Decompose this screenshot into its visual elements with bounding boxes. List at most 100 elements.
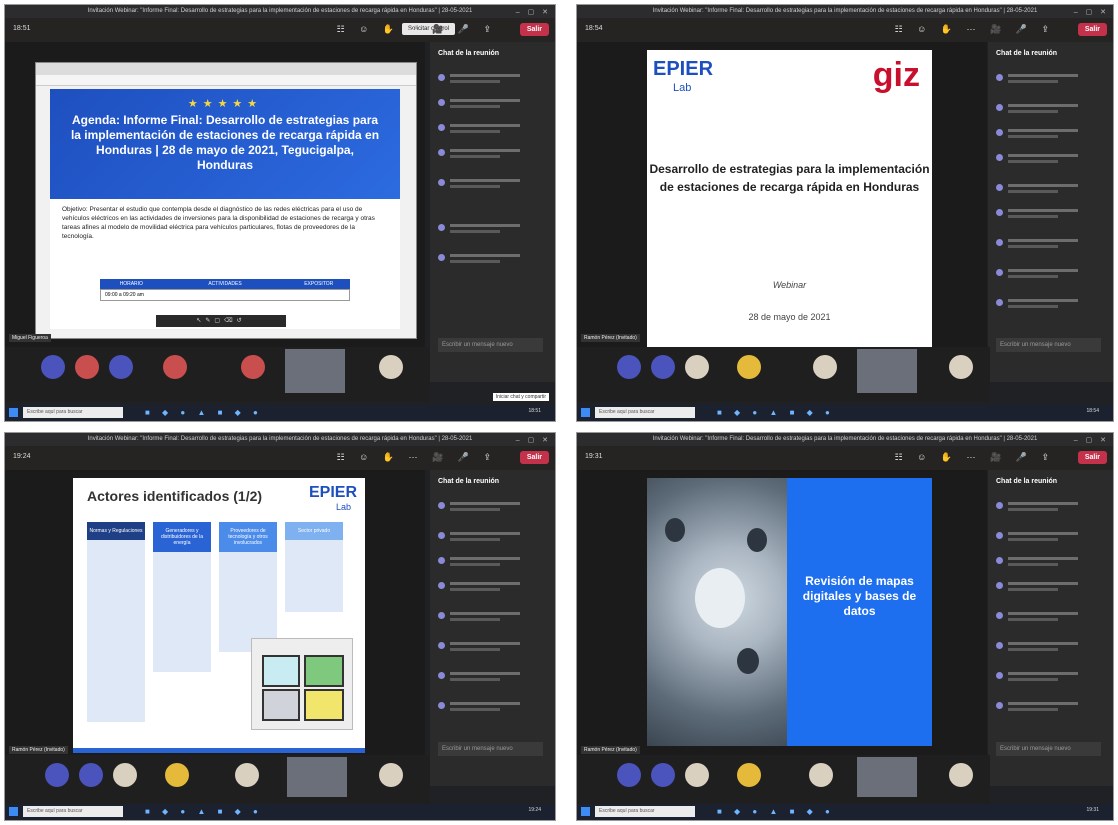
chat-message xyxy=(438,222,538,236)
taskbar-app-icons[interactable]: ■ ◆ ● ▲ ■ ◆ ● xyxy=(717,408,835,417)
chat-message xyxy=(996,102,1096,116)
leave-button[interactable]: Salir xyxy=(519,23,549,36)
chat-message xyxy=(996,530,1096,544)
participant-avatar[interactable] xyxy=(813,355,837,379)
taskbar-search[interactable]: Escribe aquí para buscar xyxy=(23,407,123,418)
chat-input[interactable]: Escribir un mensaje nuevo xyxy=(996,742,1101,756)
star-icons: ★★★★★ xyxy=(187,98,263,110)
taskbar-search[interactable]: Escribe aquí para buscar xyxy=(595,407,695,418)
participant-video[interactable] xyxy=(287,757,347,797)
chat-message xyxy=(438,177,538,191)
browser-tabs[interactable] xyxy=(36,63,416,75)
chat-input[interactable]: Escribir un mensaje nuevo xyxy=(996,338,1101,352)
toolbar-icons[interactable]: ☷ ☺ ✋ ⋯ 🎥 🎤 ⇪ xyxy=(337,24,497,35)
participant-avatar[interactable] xyxy=(809,763,833,787)
windows-start-icon[interactable] xyxy=(581,408,590,417)
chat-input[interactable]: Escribir un mensaje nuevo xyxy=(438,338,543,352)
window-controls[interactable]: – ▢ ✕ xyxy=(516,8,551,16)
participant-video[interactable] xyxy=(857,349,917,393)
actor-column: Sector privado xyxy=(285,522,343,612)
participant-avatar[interactable] xyxy=(241,355,265,379)
participant-video[interactable] xyxy=(285,349,345,393)
windows-taskbar: Escribe aquí para buscar ■ ◆ ● ▲ ■ ◆ ● 1… xyxy=(577,405,1113,421)
taskbar-app-icons[interactable]: ■ ◆ ● ▲ ■ ◆ ● xyxy=(145,807,263,816)
participant-avatar[interactable] xyxy=(165,763,189,787)
meeting-timer: 19:31 xyxy=(585,453,603,460)
participant-avatar[interactable] xyxy=(79,763,103,787)
screen-share-toolbar[interactable]: ↖✎▢⌫↺ xyxy=(156,315,286,327)
chat-message xyxy=(438,555,538,569)
screenshot-teams-agenda: Invitación Webinar: "Informe Final: Desa… xyxy=(4,4,556,422)
leave-button[interactable]: Salir xyxy=(1077,23,1107,36)
participant-avatar[interactable] xyxy=(651,763,675,787)
participant-avatar[interactable] xyxy=(45,763,69,787)
toolbar-icons[interactable]: ☷ ☺ ✋ ⋯ 🎥 🎤 ⇪ xyxy=(895,452,1055,463)
slide-date: 28 de mayo de 2021 xyxy=(748,312,831,322)
window-controls[interactable]: – ▢ ✕ xyxy=(1074,436,1109,444)
participant-avatar[interactable] xyxy=(617,763,641,787)
participant-avatar[interactable] xyxy=(75,355,99,379)
chat-message xyxy=(438,500,538,514)
shared-screen: ★★★★★ Agenda: Informe Final: Desarrollo … xyxy=(5,42,425,347)
taskbar-search[interactable]: Escribe aquí para buscar xyxy=(23,806,123,817)
participant-avatar[interactable] xyxy=(41,355,65,379)
participant-avatar[interactable] xyxy=(163,355,187,379)
chat-message xyxy=(996,267,1096,281)
participant-avatar[interactable] xyxy=(949,355,973,379)
taskbar-app-icons[interactable]: ■ ◆ ● ▲ ■ ◆ ● xyxy=(145,408,263,417)
participant-avatar[interactable] xyxy=(235,763,259,787)
chat-message xyxy=(996,580,1096,594)
window-controls[interactable]: – ▢ ✕ xyxy=(516,436,551,444)
leave-button[interactable]: Salir xyxy=(519,451,549,464)
taskbar-clock: 19:24 xyxy=(528,807,541,813)
meeting-photo xyxy=(647,478,787,746)
slide-subtitle: Webinar xyxy=(772,280,807,290)
epier-logo: EPIER xyxy=(653,58,714,80)
participant-avatar[interactable] xyxy=(737,763,761,787)
chat-message xyxy=(996,555,1096,569)
slide-title: Actores identificados (1/2) xyxy=(87,488,263,504)
screenshot-teams-title-slide: Invitación Webinar: "Informe Final: Desa… xyxy=(576,4,1114,422)
taskbar-search[interactable]: Escribe aquí para buscar xyxy=(595,806,695,817)
participant-strip xyxy=(5,755,430,805)
participant-avatar[interactable] xyxy=(685,763,709,787)
title-slide: EPIER Lab giz Desarrollo de estrategias … xyxy=(647,50,932,354)
slide-title: Desarrollo de estrategias para la implem… xyxy=(649,162,930,194)
window-title: Invitación Webinar: "Informe Final: Desa… xyxy=(577,433,1113,446)
leave-button[interactable]: Salir xyxy=(1077,451,1107,464)
windows-start-icon[interactable] xyxy=(9,807,18,816)
participant-avatar[interactable] xyxy=(113,763,137,787)
participant-video[interactable] xyxy=(857,757,917,797)
taskbar-app-icons[interactable]: ■ ◆ ● ▲ ■ ◆ ● xyxy=(717,807,835,816)
window-controls[interactable]: – ▢ ✕ xyxy=(1074,8,1109,16)
mapas-slide: Revisión de mapas digitales y bases de d… xyxy=(647,478,932,746)
shared-screen: Actores identificados (1/2) EPIER Lab No… xyxy=(5,470,425,755)
windows-start-icon[interactable] xyxy=(581,807,590,816)
presenter-name: Ramón Pérez (Invitado) xyxy=(581,334,640,342)
browser-toolbar[interactable] xyxy=(36,75,416,86)
participant-avatar[interactable] xyxy=(109,355,133,379)
chat-message xyxy=(438,640,538,654)
participant-avatar[interactable] xyxy=(651,355,675,379)
toolbar-icons[interactable]: ☷ ☺ ✋ ⋯ 🎥 🎤 ⇪ xyxy=(337,452,497,463)
window-title: Invitación Webinar: "Informe Final: Desa… xyxy=(577,5,1113,18)
participant-avatar[interactable] xyxy=(685,355,709,379)
toolbar-icons[interactable]: ☷ ☺ ✋ ⋯ 🎥 🎤 ⇪ xyxy=(895,24,1055,35)
meeting-timer: 18:51 xyxy=(13,25,31,32)
chat-input[interactable]: Escribir un mensaje nuevo xyxy=(438,742,543,756)
chat-message xyxy=(438,72,538,86)
chat-message xyxy=(996,610,1096,624)
chat-title: Chat de la reunión xyxy=(438,50,500,57)
table-header: ACTIVIDADES xyxy=(208,281,242,287)
participant-avatar[interactable] xyxy=(379,355,403,379)
participant-avatar[interactable] xyxy=(949,763,973,787)
presenter-name: Ramón Pérez (Invitado) xyxy=(581,746,640,754)
meeting-timer: 18:54 xyxy=(585,25,603,32)
chat-message xyxy=(438,252,538,266)
windows-start-icon[interactable] xyxy=(9,408,18,417)
participant-strip xyxy=(577,755,990,805)
chat-message xyxy=(438,147,538,161)
participant-avatar[interactable] xyxy=(737,355,761,379)
participant-avatar[interactable] xyxy=(617,355,641,379)
participant-avatar[interactable] xyxy=(379,763,403,787)
